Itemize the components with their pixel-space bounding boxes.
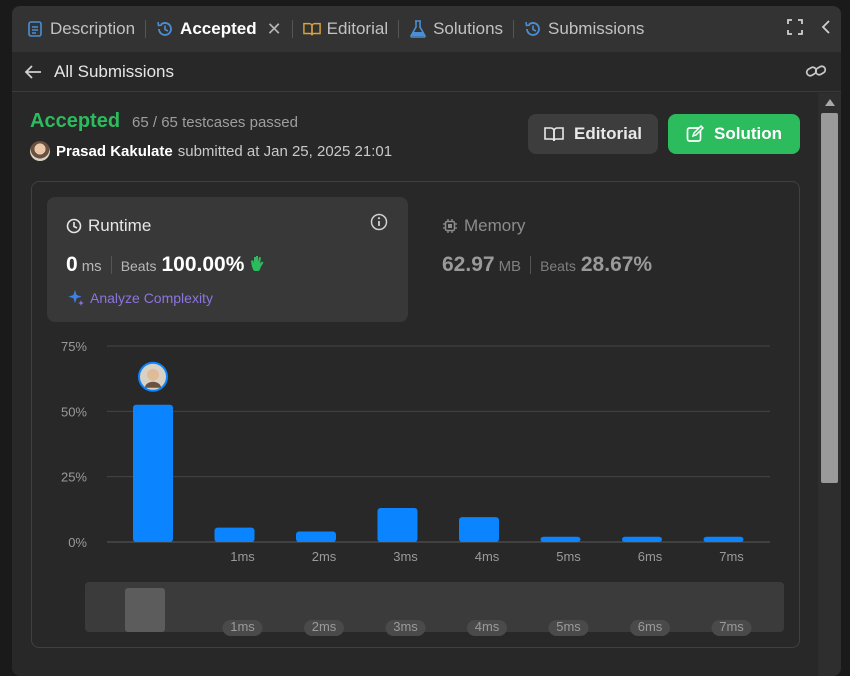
- submitter-info: Prasad Kakulate submitted at Jan 25, 202…: [30, 141, 392, 161]
- edit-icon: [686, 125, 704, 142]
- history-icon: [524, 20, 542, 38]
- tab-accepted[interactable]: Accepted ✕: [156, 6, 282, 52]
- runtime-beats-label: Beats: [120, 258, 157, 274]
- info-icon[interactable]: [370, 213, 388, 236]
- runtime-heading: Runtime: [66, 216, 151, 236]
- memory-card[interactable]: Memory 62.97 MB Beats 28.67%: [442, 197, 782, 322]
- tab-description[interactable]: Description: [26, 6, 135, 52]
- tab-divider: [398, 20, 400, 38]
- tab-divider: [513, 20, 515, 38]
- scrollbar[interactable]: [818, 93, 841, 676]
- fullscreen-icon[interactable]: [787, 18, 803, 40]
- solution-button-label: Solution: [714, 124, 782, 143]
- clock-icon: [66, 218, 82, 234]
- app-frame: Description Accepted ✕ Editorial Solutio…: [12, 6, 841, 676]
- memory-heading: Memory: [442, 216, 525, 236]
- range-selector[interactable]: [85, 582, 784, 632]
- tab-solutions[interactable]: Solutions: [409, 6, 503, 52]
- editorial-button[interactable]: Editorial: [528, 114, 658, 154]
- status-label: Accepted: [30, 110, 121, 132]
- divider: [110, 256, 112, 274]
- x-tick-label: 4ms: [475, 549, 500, 564]
- x-tick-label: 3ms: [393, 549, 418, 564]
- submitted-at: submitted at Jan 25, 2025 21:01: [177, 142, 393, 160]
- back-arrow-icon[interactable]: [24, 62, 44, 82]
- chip-icon: [443, 219, 457, 233]
- tabbar-actions: [787, 6, 831, 52]
- scroll-up-arrow-icon[interactable]: [825, 99, 835, 106]
- submissions-header: All Submissions: [12, 52, 841, 92]
- range-selector-label: 1ms: [230, 619, 255, 634]
- collapse-chevron-icon[interactable]: [821, 19, 831, 40]
- share-link-icon[interactable]: [805, 62, 827, 85]
- memory-beats-value: 28.67%: [580, 253, 653, 276]
- tab-divider: [291, 20, 293, 38]
- chart-bar[interactable]: [377, 508, 418, 542]
- tab-label: Accepted: [180, 19, 257, 38]
- sparkle-icon: [68, 290, 84, 306]
- chart-bar[interactable]: [133, 404, 173, 542]
- clap-icon: [248, 253, 266, 276]
- memory-beats-label: Beats: [540, 258, 576, 274]
- memory-title: Memory: [464, 216, 526, 235]
- book-icon: [302, 20, 321, 38]
- editorial-button-label: Editorial: [573, 124, 642, 143]
- runtime-beats-value: 100.00%: [161, 253, 245, 276]
- testcases-passed: 65 / 65 testcases passed: [132, 114, 298, 131]
- scroll-thumb[interactable]: [821, 113, 838, 483]
- analyze-complexity-link[interactable]: Analyze Complexity: [67, 289, 213, 307]
- runtime-value-row: 0 ms Beats 100.00%: [66, 253, 266, 277]
- memory-unit: MB: [498, 258, 522, 275]
- history-icon: [156, 20, 174, 38]
- submission-status: Accepted 65 / 65 testcases passed: [30, 110, 298, 133]
- description-icon: [26, 20, 44, 38]
- all-submissions-link[interactable]: All Submissions: [54, 62, 174, 82]
- range-selector-label: 5ms: [556, 619, 581, 634]
- tab-label: Solutions: [433, 19, 504, 38]
- range-selector-label: 6ms: [638, 619, 663, 634]
- chart-bar[interactable]: [703, 536, 744, 542]
- range-selector-bar: [125, 588, 165, 632]
- x-tick-label: 5ms: [556, 549, 581, 564]
- y-tick-label: 50%: [61, 404, 87, 419]
- chart-bar[interactable]: [296, 531, 336, 542]
- runtime-title: Runtime: [88, 216, 152, 235]
- chart-bar[interactable]: [540, 536, 581, 542]
- submitter-name[interactable]: Prasad Kakulate: [56, 143, 173, 160]
- tab-submissions[interactable]: Submissions: [524, 6, 644, 52]
- y-tick-label: 75%: [61, 339, 87, 354]
- tab-label: Editorial: [326, 19, 389, 38]
- y-tick-label: 25%: [61, 470, 87, 485]
- avatar[interactable]: [30, 141, 50, 161]
- memory-value: 62.97: [442, 253, 495, 276]
- tab-label: Submissions: [548, 19, 645, 38]
- memory-value-row: 62.97 MB Beats 28.67%: [442, 253, 652, 277]
- divider: [530, 256, 532, 274]
- analyze-complexity-label: Analyze Complexity: [90, 290, 213, 306]
- range-selector-label: 4ms: [475, 619, 500, 634]
- range-selector-label: 7ms: [719, 619, 744, 634]
- tab-bar: Description Accepted ✕ Editorial Solutio…: [12, 6, 841, 52]
- tab-label: Description: [50, 19, 136, 38]
- range-selector-label: 3ms: [393, 619, 418, 634]
- avatar-face: [147, 368, 159, 381]
- x-tick-label: 1ms: [230, 549, 255, 564]
- x-tick-label: 2ms: [312, 549, 337, 564]
- solution-button[interactable]: Solution: [668, 114, 800, 154]
- chart-bar[interactable]: [622, 536, 662, 542]
- close-icon[interactable]: ✕: [267, 19, 282, 40]
- runtime-unit: ms: [81, 258, 102, 275]
- y-tick-label: 0%: [68, 535, 87, 550]
- range-selector-label: 2ms: [312, 619, 337, 634]
- runtime-card[interactable]: Runtime 0 ms Beats 100.00% Analyze Compl…: [47, 197, 408, 322]
- book-icon: [544, 127, 564, 142]
- x-tick-label: 6ms: [638, 549, 663, 564]
- chart-bar[interactable]: [214, 527, 255, 542]
- x-tick-label: 7ms: [719, 549, 744, 564]
- runtime-value: 0: [66, 253, 78, 276]
- tab-editorial[interactable]: Editorial: [302, 6, 389, 52]
- tab-divider: [145, 20, 147, 38]
- chart-bar[interactable]: [459, 517, 499, 542]
- flask-icon: [409, 20, 427, 38]
